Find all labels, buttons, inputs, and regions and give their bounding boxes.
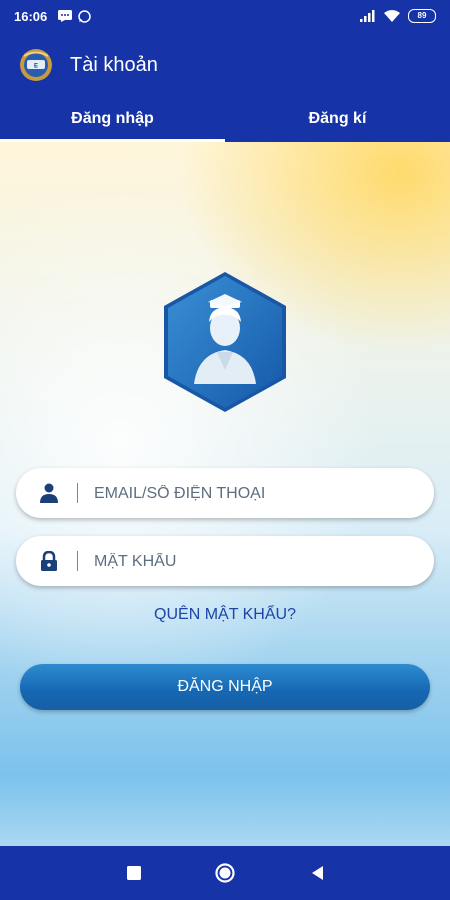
battery-level: 89 xyxy=(417,11,427,20)
tab-register[interactable]: Đăng kí xyxy=(225,96,450,142)
login-button[interactable]: ĐĂNG NHẬP xyxy=(20,664,430,710)
tab-bar: Đăng nhập Đăng kí xyxy=(0,96,450,142)
battery-icon: 89 xyxy=(408,9,436,23)
app-logo-icon: E xyxy=(20,49,52,81)
status-bar: 16:06 89 xyxy=(0,0,450,34)
tab-login[interactable]: Đăng nhập xyxy=(0,96,225,142)
whatsapp-icon xyxy=(78,10,91,23)
email-field xyxy=(16,468,434,518)
notification-icons xyxy=(58,10,91,23)
svg-text:E: E xyxy=(34,64,38,70)
lock-icon xyxy=(41,551,57,571)
user-avatar-icon xyxy=(164,272,286,412)
home-icon[interactable] xyxy=(215,863,235,883)
field-divider xyxy=(77,483,78,503)
password-input[interactable] xyxy=(92,546,416,578)
status-time: 16:06 xyxy=(14,9,48,24)
recent-apps-icon[interactable] xyxy=(124,863,144,883)
field-divider xyxy=(77,551,78,571)
login-content: QUÊN MẬT KHẨU? ĐĂNG NHẬP xyxy=(0,142,450,846)
signal-icon xyxy=(360,10,375,22)
password-field xyxy=(16,536,434,586)
page-title: Tài khoản xyxy=(70,54,158,76)
email-input[interactable] xyxy=(92,478,416,510)
message-icon xyxy=(58,10,72,22)
app-bar: E Tài khoản xyxy=(0,34,450,96)
forgot-password-link[interactable]: QUÊN MẬT KHẨU? xyxy=(0,606,450,624)
wifi-icon xyxy=(384,10,400,22)
back-icon[interactable] xyxy=(308,863,328,883)
system-nav-bar xyxy=(0,846,450,900)
person-icon xyxy=(40,483,58,503)
system-status: 89 xyxy=(360,9,436,23)
